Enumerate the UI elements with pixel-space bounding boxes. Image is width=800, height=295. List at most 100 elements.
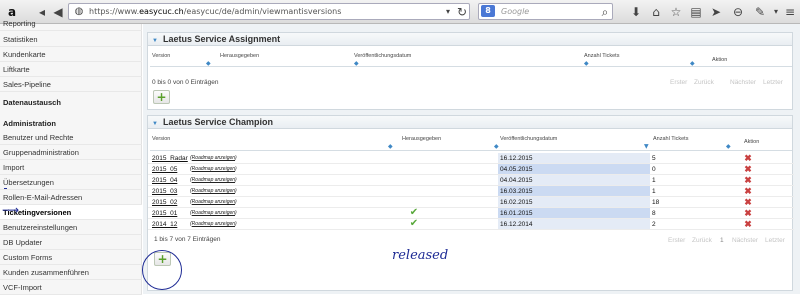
sidebar-item-db-updater[interactable]: DB Updater	[0, 235, 142, 250]
sidebar-item-import[interactable]: Import	[0, 160, 142, 175]
menu-icon[interactable]: ≡	[782, 3, 798, 21]
released-check-icon	[404, 175, 424, 185]
champion-panel-header[interactable]: ▼ Laetus Service Champion	[148, 116, 792, 129]
table-row[interactable]: 2015_01 (Roadmap anzeigen) ✔ 16.01.2015 …	[148, 208, 794, 219]
sidebar-item-ticketingversionen[interactable]: Ticketingversionen	[0, 205, 142, 220]
sidebar-item-custom-forms[interactable]: Custom Forms	[0, 250, 142, 265]
pager-prev[interactable]: Zurück	[692, 237, 712, 244]
search-icon[interactable]: ⌕	[597, 3, 613, 21]
pager-first[interactable]: Erster	[668, 237, 685, 244]
sidebar-item-uebersetzungen[interactable]: Übersetzungen	[0, 175, 142, 190]
delete-icon[interactable]: ✖	[742, 197, 754, 207]
search-input[interactable]: Google	[478, 3, 613, 20]
col-date[interactable]: Veröffentlichungsdatum	[354, 53, 411, 59]
ticket-count: 1	[652, 188, 656, 195]
pager-last[interactable]: Letzter	[765, 237, 785, 244]
annotation-arrow-icon: ⟶	[2, 203, 20, 217]
delete-icon[interactable]: ✖	[742, 153, 754, 163]
ticket-count: 1	[652, 177, 656, 184]
roadmap-link[interactable]: (Roadmap anzeigen)	[190, 153, 237, 163]
add-version-button[interactable]: +	[153, 90, 170, 104]
ticket-count: 2	[652, 221, 656, 228]
col-date[interactable]: Veröffentlichungsdatum	[500, 136, 557, 142]
col-action: Aktion	[712, 57, 728, 63]
sidebar-item-gruppenadministration[interactable]: Gruppenadministration	[0, 145, 142, 160]
delete-icon[interactable]: ✖	[742, 175, 754, 185]
sidebar: Reporting Statistiken Kundenkarte Liftka…	[0, 19, 142, 295]
annotation-circle	[142, 250, 182, 290]
sidebar-item-benutzereinstellungen[interactable]: Benutzereinstellungen	[0, 220, 142, 235]
send-icon[interactable]: ➤	[708, 3, 724, 21]
url-path: /easycuc/de/admin/viewmantisversions	[183, 7, 342, 16]
sidebar-heading-datenaustausch[interactable]: Datenaustausch	[0, 95, 142, 110]
released-check-icon	[404, 153, 424, 163]
table-row[interactable]: 2015_04 (Roadmap anzeigen) 04.04.2015 1 …	[148, 175, 794, 186]
sidebar-heading-administration[interactable]: Administration	[0, 116, 142, 131]
annotation-mark	[4, 188, 7, 189]
table-row[interactable]: 2015_05 (Roadmap anzeigen) 04.05.2015 0 …	[148, 164, 794, 175]
sidebar-item-reporting[interactable]: Reporting	[0, 16, 142, 31]
download-icon[interactable]: ⬇	[628, 3, 644, 21]
version-link[interactable]: 2015_03	[152, 186, 177, 196]
version-link[interactable]: 2015_04	[152, 175, 177, 185]
reload-icon[interactable]: ↻	[454, 3, 470, 21]
champion-panel: ▼ Laetus Service Champion Version Herausg…	[147, 115, 794, 291]
pager-next[interactable]: Nächster	[730, 79, 756, 86]
version-link[interactable]: 2015_Radar	[152, 153, 188, 163]
roadmap-link[interactable]: (Roadmap anzeigen)	[190, 219, 237, 229]
header-divider	[150, 66, 792, 67]
pager-prev[interactable]: Zurück	[694, 79, 714, 86]
collapse-triangle-icon[interactable]: ▼	[152, 121, 158, 127]
sidebar-item-benutzer-rechte[interactable]: Benutzer und Rechte	[0, 130, 142, 145]
sidebar-item-liftkarte[interactable]: Liftkarte	[0, 62, 142, 77]
col-version[interactable]: Version	[152, 136, 170, 142]
col-count[interactable]: Anzahl Tickets	[584, 53, 619, 59]
main-content: ▼ Laetus Service Assignment Version Herau…	[143, 24, 800, 294]
version-link[interactable]: 2014_12	[152, 219, 177, 229]
sidebar-item-vcf-import[interactable]: VCF-Import	[0, 280, 142, 295]
col-released[interactable]: Herausgegeben	[220, 53, 259, 59]
date-cell: 16.01.2015	[498, 208, 650, 218]
pager-page-1[interactable]: 1	[720, 237, 724, 244]
version-link[interactable]: 2015_02	[152, 197, 177, 207]
col-version[interactable]: Version	[152, 53, 170, 59]
blocker-icon[interactable]: ⊖	[730, 3, 746, 21]
table-row[interactable]: 2015_03 (Roadmap anzeigen) 16.03.2015 1 …	[148, 186, 794, 197]
table-row[interactable]: 2015_02 (Roadmap anzeigen) 16.02.2015 18…	[148, 197, 794, 208]
date-cell: 16.12.2015	[498, 153, 650, 163]
sidebar-item-rollen-email[interactable]: Rollen-E-Mail-Adressen	[0, 190, 142, 205]
pager-last[interactable]: Letzter	[763, 79, 783, 86]
col-count[interactable]: Anzahl Tickets	[653, 136, 688, 142]
table-row[interactable]: 2015_Radar (Roadmap anzeigen) 16.12.2015…	[148, 153, 794, 164]
delete-icon[interactable]: ✖	[742, 219, 754, 229]
version-link[interactable]: 2015_05	[152, 164, 177, 174]
date-cell: 04.04.2015	[498, 175, 650, 185]
roadmap-link[interactable]: (Roadmap anzeigen)	[190, 197, 237, 207]
version-link[interactable]: 2015_01	[152, 208, 177, 218]
roadmap-link[interactable]: (Roadmap anzeigen)	[190, 186, 237, 196]
roadmap-link[interactable]: (Roadmap anzeigen)	[190, 175, 237, 185]
roadmap-link[interactable]: (Roadmap anzeigen)	[190, 208, 237, 218]
extension-icon[interactable]: ✎	[752, 3, 768, 21]
table-row[interactable]: 2014_12 (Roadmap anzeigen) ✔ 16.12.2014 …	[148, 219, 794, 230]
collapse-triangle-icon[interactable]: ▼	[152, 38, 158, 44]
table-info: 0 bis 0 von 0 Einträgen	[152, 79, 219, 86]
bookmark-star-icon[interactable]: ☆	[668, 3, 684, 21]
delete-icon[interactable]: ✖	[742, 208, 754, 218]
sidebar-item-sales-pipeline[interactable]: Sales-Pipeline	[0, 77, 142, 92]
search-engine-icon[interactable]: 8	[481, 5, 495, 17]
pager-next[interactable]: Nächster	[732, 237, 758, 244]
col-released[interactable]: Herausgegeben	[402, 136, 441, 142]
pager-first[interactable]: Erster	[670, 79, 687, 86]
roadmap-link[interactable]: (Roadmap anzeigen)	[190, 164, 237, 174]
date-cell: 04.05.2015	[498, 164, 650, 174]
sidebar-item-kundenkarte[interactable]: Kundenkarte	[0, 47, 142, 62]
home-icon[interactable]: ⌂	[648, 3, 664, 21]
bookmarks-list-icon[interactable]: ▤	[688, 3, 704, 21]
sidebar-item-statistiken[interactable]: Statistiken	[0, 32, 142, 47]
delete-icon[interactable]: ✖	[742, 186, 754, 196]
ticket-count: 0	[652, 166, 656, 173]
delete-icon[interactable]: ✖	[742, 164, 754, 174]
assignment-panel-header[interactable]: ▼ Laetus Service Assignment	[148, 33, 792, 46]
sidebar-item-kunden-zusammenfuehren[interactable]: Kunden zusammenführen	[0, 265, 142, 280]
